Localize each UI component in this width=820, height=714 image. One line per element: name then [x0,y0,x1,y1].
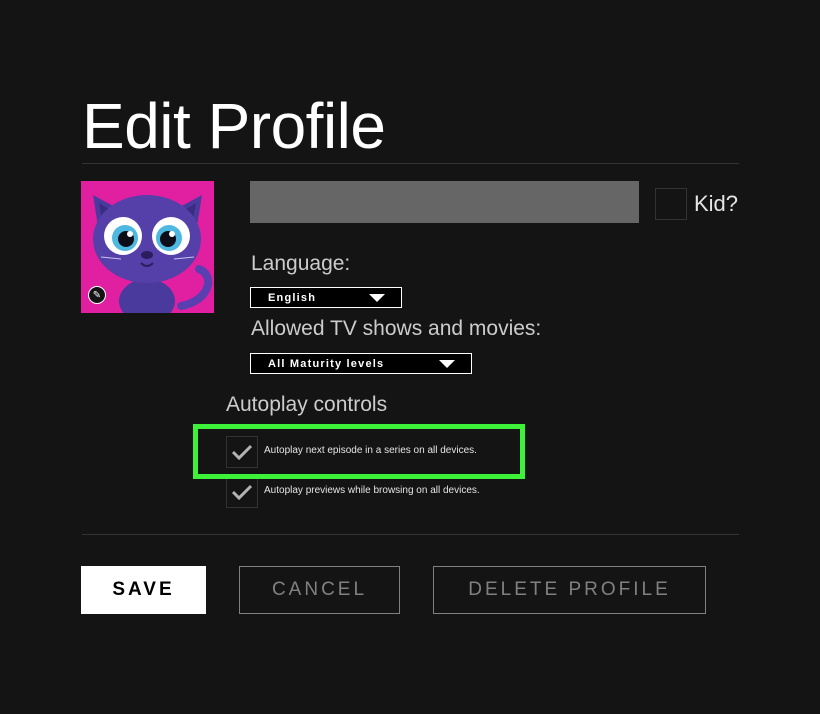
top-divider [82,163,739,164]
bottom-divider [82,534,739,535]
autoplay-title: Autoplay controls [226,393,388,416]
caret-down-icon [439,360,455,368]
caret-down-icon [369,294,385,302]
kid-checkbox[interactable] [655,188,687,220]
language-label: Language: [251,252,351,275]
profile-name-input[interactable] [250,181,639,223]
language-select[interactable]: English [250,287,402,308]
language-selected: English [268,291,317,304]
pencil-icon[interactable]: ✎ [88,286,106,304]
maturity-label: Allowed TV shows and movies: [251,317,542,340]
maturity-select[interactable]: All Maturity levels [250,353,472,374]
checkmark-icon [231,484,253,501]
autoplay-previews-label: Autoplay previews while browsing on all … [264,485,480,496]
page-title: Edit Profile [82,90,386,162]
highlight-box [193,424,525,479]
save-button[interactable]: SAVE [81,566,206,614]
autoplay-previews-checkbox[interactable] [226,476,258,508]
kid-label: Kid? [694,191,739,216]
cancel-button[interactable]: CANCEL [239,566,400,614]
maturity-selected: All Maturity levels [268,357,385,370]
delete-profile-button[interactable]: DELETE PROFILE [433,566,706,614]
